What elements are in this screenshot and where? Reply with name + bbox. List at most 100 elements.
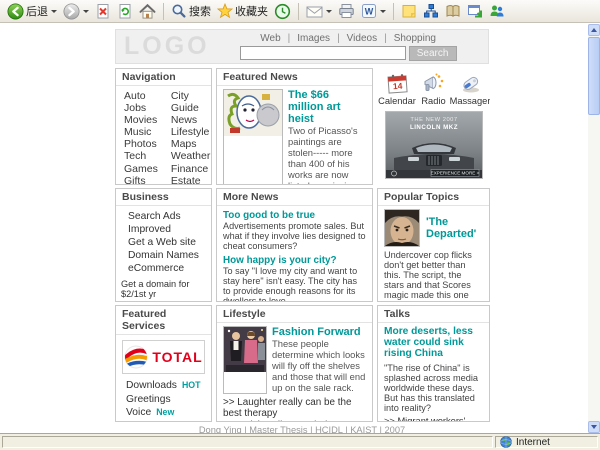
total-logo-ad[interactable]: TOTAL: [122, 340, 205, 374]
forward-button[interactable]: [60, 2, 92, 21]
stop-icon: [95, 3, 111, 20]
calendar-shortcut[interactable]: 14 Calendar: [378, 72, 416, 106]
nav-link-auto[interactable]: Auto: [124, 90, 158, 102]
search-icon: [171, 3, 187, 19]
nav-link-estate[interactable]: Estate: [171, 175, 211, 184]
nav-link-maps[interactable]: Maps: [171, 138, 211, 150]
favorites-button[interactable]: 收藏夹: [214, 2, 271, 20]
radio-megaphone-icon: [422, 72, 445, 95]
lifestyle-title: Lifestyle: [217, 306, 372, 323]
launch-button[interactable]: [464, 2, 486, 20]
picasso-painting-image[interactable]: [223, 89, 283, 184]
nav-link-finance[interactable]: Finance: [171, 163, 211, 175]
refresh-button[interactable]: [114, 2, 136, 21]
print-button[interactable]: [335, 2, 358, 20]
messenger-button[interactable]: [486, 2, 508, 20]
lifestyle-headline[interactable]: Fashion Forward: [272, 326, 366, 338]
search-tabs: Web | Images | Videos | Shopping: [240, 33, 457, 44]
svg-text:LINCOLN MKZ: LINCOLN MKZ: [409, 124, 457, 131]
vertical-scrollbar[interactable]: [588, 24, 600, 433]
nav-link-gifts[interactable]: Gifts: [124, 175, 158, 184]
service-link-greetings[interactable]: Greetings: [126, 393, 211, 407]
back-icon: [7, 3, 24, 20]
service-link-personal-website[interactable]: Personal website: [126, 420, 211, 422]
favorites-star-icon: [217, 3, 233, 19]
mail-icon: [306, 4, 323, 19]
lifestyle-section: Lifestyle Fashion Forward These people d…: [216, 305, 373, 422]
web-page: LOGO Web | Images | Videos | Shopping Se…: [115, 29, 490, 435]
calendar-label: Calendar: [378, 96, 416, 106]
featured-news-headline[interactable]: The $66 million art heist: [288, 89, 366, 125]
scroll-up-button[interactable]: [588, 24, 600, 36]
radio-shortcut[interactable]: Radio: [416, 72, 452, 106]
tab-web[interactable]: Web: [260, 33, 280, 44]
home-icon: [139, 3, 156, 20]
nav-link-city-guide[interactable]: City Guide: [171, 90, 211, 114]
security-zone-panel: Internet: [495, 436, 598, 448]
back-button[interactable]: 后退: [4, 2, 60, 21]
nav-link-lifestyle[interactable]: Lifestyle: [171, 126, 211, 138]
domain-search-label: Search for a domain name:: [116, 299, 211, 301]
tab-images[interactable]: Images: [297, 33, 330, 44]
search-toolbar-button[interactable]: 搜索: [168, 2, 214, 20]
lifestyle-item[interactable]: >> Quick walks may help smokers quit: [223, 420, 366, 421]
popular-topics-title: Popular Topics: [378, 189, 489, 206]
back-label: 后退: [26, 6, 48, 18]
tab-videos[interactable]: Videos: [347, 33, 377, 44]
scrollbar-thumb[interactable]: [588, 37, 600, 115]
stop-button[interactable]: [92, 2, 114, 21]
fashion-image[interactable]: [223, 326, 267, 394]
nav-link-weather[interactable]: Weather: [171, 150, 211, 162]
radio-label: Radio: [421, 96, 446, 106]
departed-movie-image[interactable]: [384, 209, 420, 247]
nav-link-movies[interactable]: Movies: [124, 114, 158, 126]
security-zone-label: Internet: [516, 436, 550, 448]
article-headline[interactable]: How happy is your city?: [223, 255, 366, 266]
scroll-down-arrow-icon: [591, 425, 597, 429]
talks-headline[interactable]: More deserts, less water could sink risi…: [384, 326, 483, 360]
organizer-button[interactable]: [442, 2, 464, 20]
business-link-ecommerce[interactable]: eCommerce: [128, 262, 211, 275]
business-link-website[interactable]: Get a Web site: [128, 236, 211, 249]
total-sphere-icon: [124, 345, 148, 369]
nav-link-photos[interactable]: Photos: [124, 138, 158, 150]
talks-title: Talks: [378, 306, 489, 323]
forward-dropdown-icon[interactable]: [83, 9, 89, 13]
nav-link-jobs[interactable]: Jobs: [124, 102, 158, 114]
edit-dropdown-icon[interactable]: [380, 9, 386, 13]
history-button[interactable]: [271, 2, 294, 21]
search-label: 搜索: [189, 6, 211, 18]
business-link-search-ads[interactable]: Search Ads Improved: [128, 210, 211, 236]
lincoln-car-ad[interactable]: THE NEW 2007 LINCOLN MKZ EXPERIENCE MORE >: [384, 111, 483, 179]
talks-item[interactable]: >> Migrant workers' housing fund: [384, 416, 483, 421]
service-link-voice[interactable]: Voice New: [126, 406, 211, 420]
sitemap-button[interactable]: [420, 2, 442, 20]
svg-text:THE NEW 2007: THE NEW 2007: [410, 117, 457, 123]
scroll-down-button[interactable]: [588, 421, 600, 433]
business-link-domains[interactable]: Domain Names: [128, 249, 211, 262]
nav-link-games[interactable]: Games: [124, 163, 158, 175]
toolbar-separator: [393, 2, 394, 20]
search-input[interactable]: [239, 46, 406, 60]
window-arrow-icon: [467, 3, 483, 19]
home-button[interactable]: [136, 2, 159, 21]
edit-button[interactable]: W: [358, 2, 389, 20]
more-news-section: More News Too good to be true Advertisem…: [216, 188, 373, 302]
nav-link-news[interactable]: News: [171, 114, 211, 126]
scroll-up-arrow-icon: [591, 28, 597, 32]
service-link-downloads[interactable]: Downloads HOT: [126, 379, 211, 393]
mail-dropdown-icon[interactable]: [326, 9, 332, 13]
svg-text:14: 14: [392, 81, 402, 92]
massager-shortcut[interactable]: Massager: [450, 72, 490, 106]
mail-button[interactable]: [303, 3, 335, 20]
nav-link-tech[interactable]: Tech: [124, 150, 158, 162]
business-title: Business: [116, 189, 211, 206]
notes-button[interactable]: [398, 2, 420, 20]
back-dropdown-icon[interactable]: [51, 9, 57, 13]
tab-shopping[interactable]: Shopping: [394, 33, 436, 44]
search-button[interactable]: Search: [408, 45, 457, 61]
popular-topics-headline[interactable]: 'The Departed': [426, 216, 483, 240]
nav-link-music[interactable]: Music: [124, 126, 158, 138]
article-headline[interactable]: Too good to be true: [223, 210, 366, 221]
lifestyle-item[interactable]: >> Laughter really can be the best thera…: [223, 397, 366, 420]
